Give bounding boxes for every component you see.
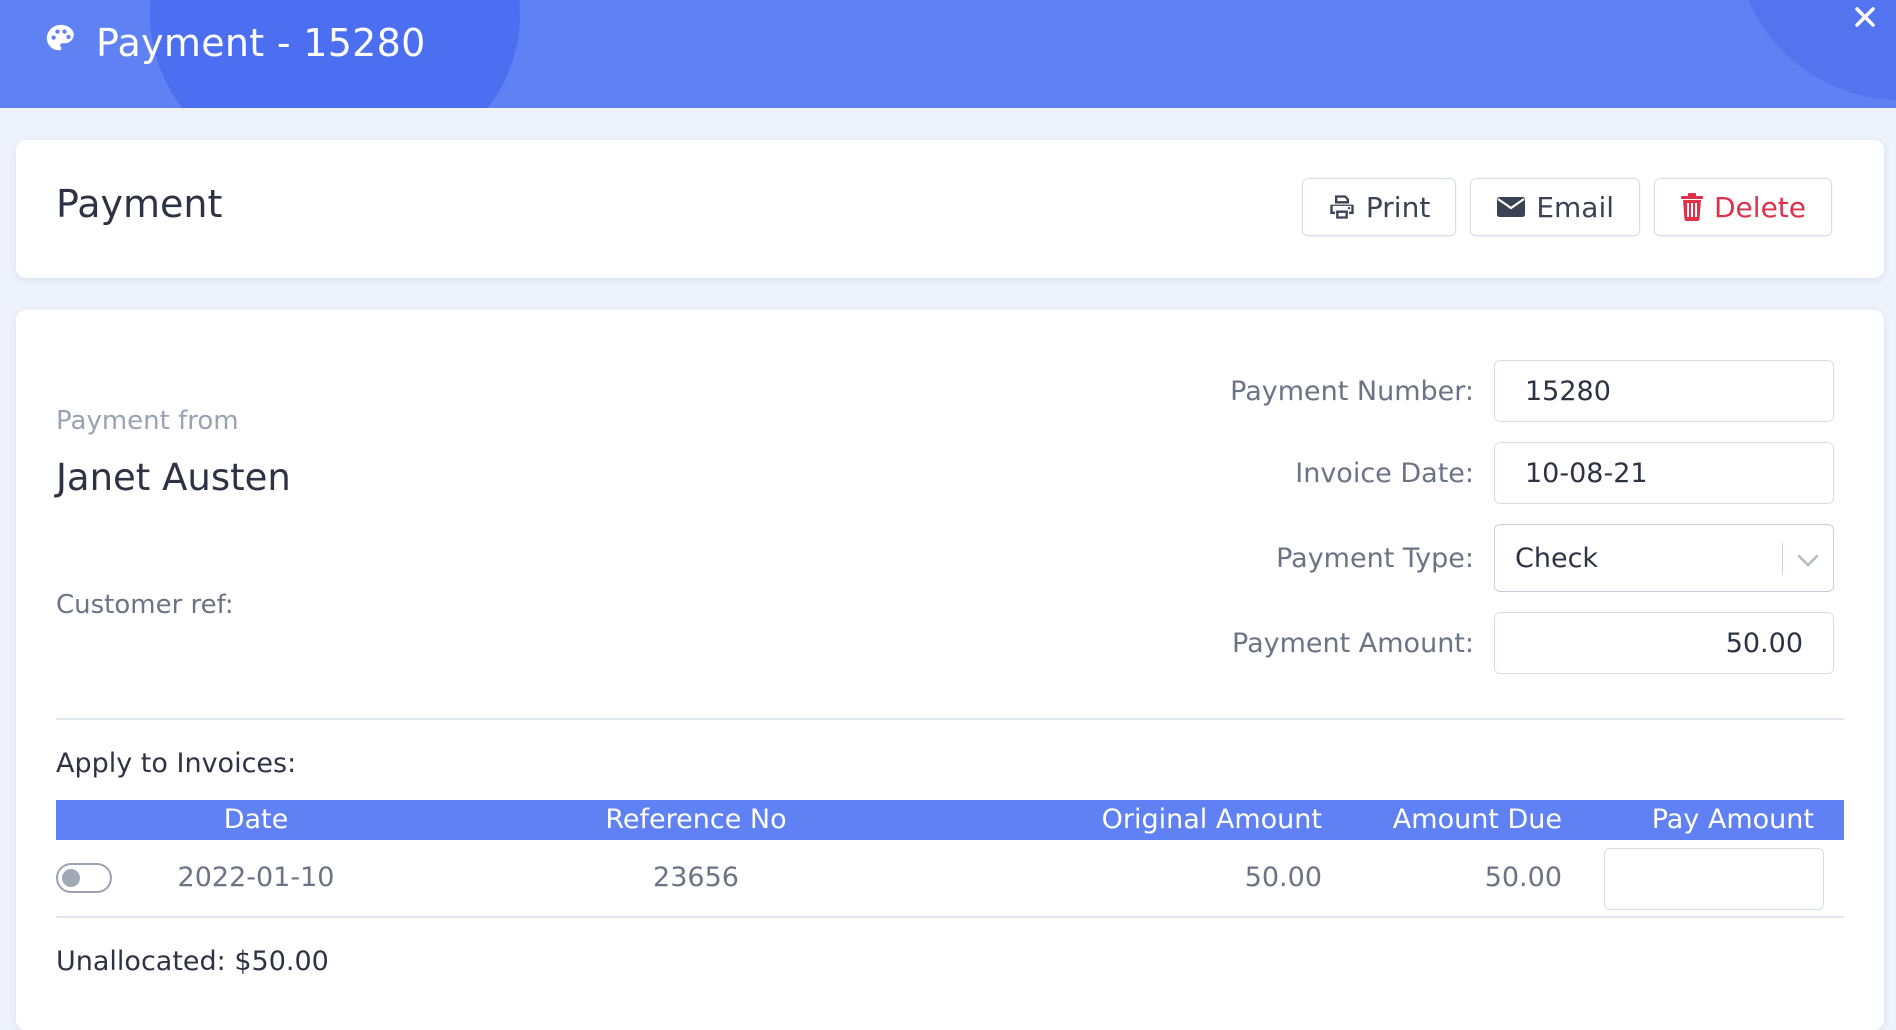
apply-invoices-label: Apply to Invoices:: [56, 748, 297, 779]
table-header: Date Reference No Original Amount Amount…: [56, 800, 1844, 840]
payment-from-label: Payment from: [56, 406, 239, 436]
payment-type-value: Check: [1515, 542, 1599, 574]
trash-icon: [1680, 193, 1704, 221]
payment-number-row: Payment Number:: [1230, 360, 1834, 422]
table-bottom-divider: [56, 916, 1844, 918]
page-title: Payment: [56, 182, 223, 226]
delete-button[interactable]: Delete: [1654, 178, 1832, 236]
invoice-date-row: Invoice Date:: [1295, 442, 1834, 504]
cell-date: 2022-01-10: [177, 862, 335, 893]
unallocated-amount: Unallocated: $50.00: [56, 946, 329, 977]
column-header-original-amount: Original Amount: [1101, 804, 1322, 835]
payment-amount-row: Payment Amount:: [1232, 612, 1834, 674]
email-button-label: Email: [1536, 190, 1614, 224]
payment-amount-input[interactable]: [1494, 612, 1834, 674]
close-icon[interactable]: [1854, 6, 1876, 32]
column-header-reference: Reference No: [605, 804, 787, 835]
modal-title-text: Payment - 15280: [96, 21, 426, 65]
action-buttons: Print Email Delete: [1301, 178, 1832, 236]
payment-number-input[interactable]: [1494, 360, 1834, 422]
pay-amount-input[interactable]: [1604, 848, 1824, 910]
select-separator: [1781, 543, 1783, 575]
delete-button-label: Delete: [1714, 190, 1806, 224]
table-row: 2022-01-10 23656 50.00 50.00: [56, 840, 1844, 916]
payment-amount-label: Payment Amount:: [1232, 627, 1474, 659]
palette-icon: [44, 21, 78, 65]
payment-toolbar-card: Payment Print Email Delete: [16, 140, 1884, 278]
email-button[interactable]: Email: [1470, 178, 1640, 236]
modal-title: Payment - 15280: [44, 18, 426, 68]
payment-type-label: Payment Type:: [1276, 542, 1474, 574]
payment-number-label: Payment Number:: [1230, 375, 1474, 407]
column-header-date: Date: [223, 804, 289, 835]
column-header-amount-due: Amount Due: [1392, 804, 1562, 835]
print-button-label: Print: [1365, 190, 1431, 224]
invoices-table: Date Reference No Original Amount Amount…: [56, 800, 1844, 916]
cell-amount-due: 50.00: [1484, 862, 1562, 893]
invoice-date-input[interactable]: [1494, 442, 1834, 504]
chevron-down-icon[interactable]: [1795, 547, 1821, 578]
close-button[interactable]: [1848, 2, 1882, 36]
modal-header: Payment - 15280: [0, 0, 1896, 108]
cell-original-amount: 50.00: [1244, 862, 1322, 893]
customer-ref-label: Customer ref:: [56, 590, 234, 620]
customer-name: Janet Austen: [56, 456, 291, 499]
payment-type-select[interactable]: Check: [1494, 524, 1834, 592]
invoice-date-label: Invoice Date:: [1295, 457, 1474, 489]
cell-reference: 23656: [653, 862, 739, 893]
print-button[interactable]: Print: [1301, 178, 1457, 236]
payment-details-card: Payment from Janet Austen Customer ref: …: [16, 310, 1884, 1030]
column-header-pay-amount: Pay Amount: [1651, 804, 1814, 835]
payment-type-row: Payment Type: Check: [1276, 524, 1834, 592]
printer-icon: [1328, 193, 1356, 221]
envelope-icon: [1496, 195, 1526, 219]
section-divider: [56, 718, 1844, 720]
